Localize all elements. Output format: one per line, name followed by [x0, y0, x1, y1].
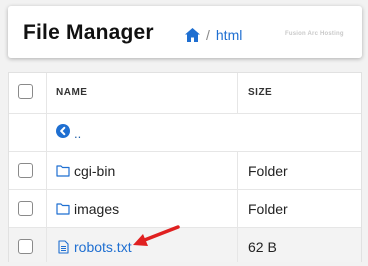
file-size: Folder — [248, 201, 288, 217]
row-checkbox[interactable] — [18, 163, 33, 178]
header-bar: File Manager / html Fusion Arc Hosting — [8, 6, 362, 58]
row-checkbox[interactable] — [18, 239, 33, 254]
column-header-name[interactable]: NAME — [56, 87, 87, 98]
file-table: NAME SIZE .. cgi-bin Folder images Folde… — [8, 72, 362, 262]
column-header-size[interactable]: SIZE — [248, 87, 272, 98]
file-name[interactable]: robots.txt — [74, 239, 132, 255]
breadcrumb-html-link[interactable]: html — [216, 27, 242, 43]
page-title: File Manager — [23, 21, 154, 44]
parent-directory-link[interactable]: .. — [74, 126, 81, 141]
file-name[interactable]: images — [74, 201, 119, 217]
text-file-icon — [56, 240, 70, 254]
home-icon[interactable] — [184, 27, 201, 43]
brand-watermark: Fusion Arc Hosting — [285, 31, 344, 37]
back-circle-icon[interactable] — [56, 124, 70, 138]
file-size: 62 B — [248, 239, 277, 255]
table-row[interactable]: images Folder — [9, 190, 361, 228]
select-all-checkbox[interactable] — [18, 84, 33, 99]
table-header-row: NAME SIZE — [9, 73, 361, 114]
file-size: Folder — [248, 163, 288, 179]
parent-directory-row[interactable]: .. — [9, 114, 361, 152]
folder-icon — [56, 164, 70, 177]
breadcrumb: / html — [184, 26, 242, 44]
table-row[interactable]: robots.txt 62 B — [9, 228, 361, 262]
row-checkbox[interactable] — [18, 201, 33, 216]
table-row[interactable]: cgi-bin Folder — [9, 152, 361, 190]
red-arrow-annotation — [133, 225, 180, 246]
breadcrumb-separator: / — [206, 27, 210, 43]
folder-icon — [56, 202, 70, 215]
file-name[interactable]: cgi-bin — [74, 163, 115, 179]
